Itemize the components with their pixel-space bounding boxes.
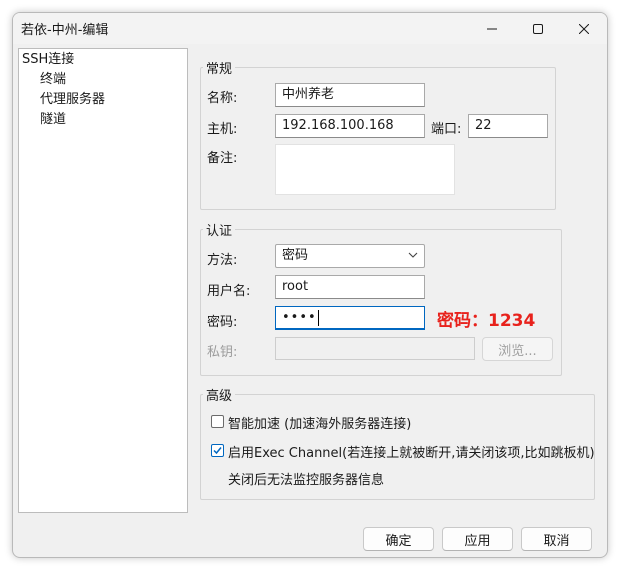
user-input[interactable]: root <box>275 275 425 299</box>
browse-button[interactable]: 浏览... <box>482 337 553 361</box>
name-input[interactable]: 中州养老 <box>275 83 425 107</box>
port-label: 端口: <box>431 122 462 137</box>
close-icon <box>579 23 589 34</box>
minimize-button[interactable] <box>469 13 515 44</box>
tree-item-terminal[interactable]: 终端 <box>40 71 66 89</box>
tree-item-proxy[interactable]: 代理服务器 <box>40 91 105 109</box>
cancel-button[interactable]: 取消 <box>521 527 592 551</box>
auth-legend: 认证 <box>206 224 233 239</box>
exec-channel-note: 关闭后无法监控服务器信息 <box>228 473 385 488</box>
settings-tree: SSH连接 终端 代理服务器 隧道 <box>18 48 188 513</box>
host-input[interactable]: 192.168.100.168 <box>275 114 425 138</box>
window-title: 若依-中州-编辑 <box>21 23 109 38</box>
maximize-icon <box>533 23 543 34</box>
name-label: 名称: <box>207 91 238 106</box>
method-label: 方法: <box>207 253 238 268</box>
method-select[interactable]: 密码 <box>275 244 425 268</box>
tree-item-ssh[interactable]: SSH连接 <box>22 51 74 69</box>
user-label: 用户名: <box>207 284 251 299</box>
password-label: 密码: <box>207 315 238 330</box>
chevron-down-icon <box>408 252 418 258</box>
smart-accel-label[interactable]: 智能加速 (加速海外服务器连接) <box>228 413 411 432</box>
checkmark-icon <box>213 447 222 455</box>
general-legend: 常规 <box>206 62 233 77</box>
password-annotation: 密码：1234 <box>437 311 536 331</box>
private-key-input[interactable] <box>275 337 475 360</box>
note-label: 备注: <box>207 151 238 166</box>
password-masked-value: •••• <box>282 310 317 325</box>
exec-channel-label[interactable]: 启用Exec Channel(若连接上就被断开,请关闭该项,比如跳板机) <box>228 442 595 461</box>
private-key-label: 私钥: <box>207 345 238 360</box>
tree-item-tunnel[interactable]: 隧道 <box>40 111 66 129</box>
ok-button[interactable]: 确定 <box>363 527 434 551</box>
minimize-icon <box>487 28 497 29</box>
title-bar[interactable]: 若依-中州-编辑 <box>13 13 607 44</box>
edit-dialog-window: 若依-中州-编辑 SSH连接 终端 代理服务器 隧道 常规 名称: 中州养老 主… <box>12 12 608 558</box>
method-select-value: 密码 <box>282 248 309 263</box>
exec-channel-checkbox[interactable] <box>211 444 224 457</box>
port-input[interactable]: 22 <box>468 114 548 138</box>
advanced-legend: 高级 <box>206 389 233 404</box>
close-button[interactable] <box>561 13 607 44</box>
note-textarea[interactable] <box>275 144 455 195</box>
smart-accel-checkbox[interactable] <box>211 415 224 428</box>
password-input[interactable]: •••• <box>275 306 425 330</box>
host-label: 主机: <box>207 122 238 137</box>
maximize-button[interactable] <box>515 13 561 44</box>
apply-button[interactable]: 应用 <box>442 527 513 551</box>
text-caret <box>317 309 319 326</box>
